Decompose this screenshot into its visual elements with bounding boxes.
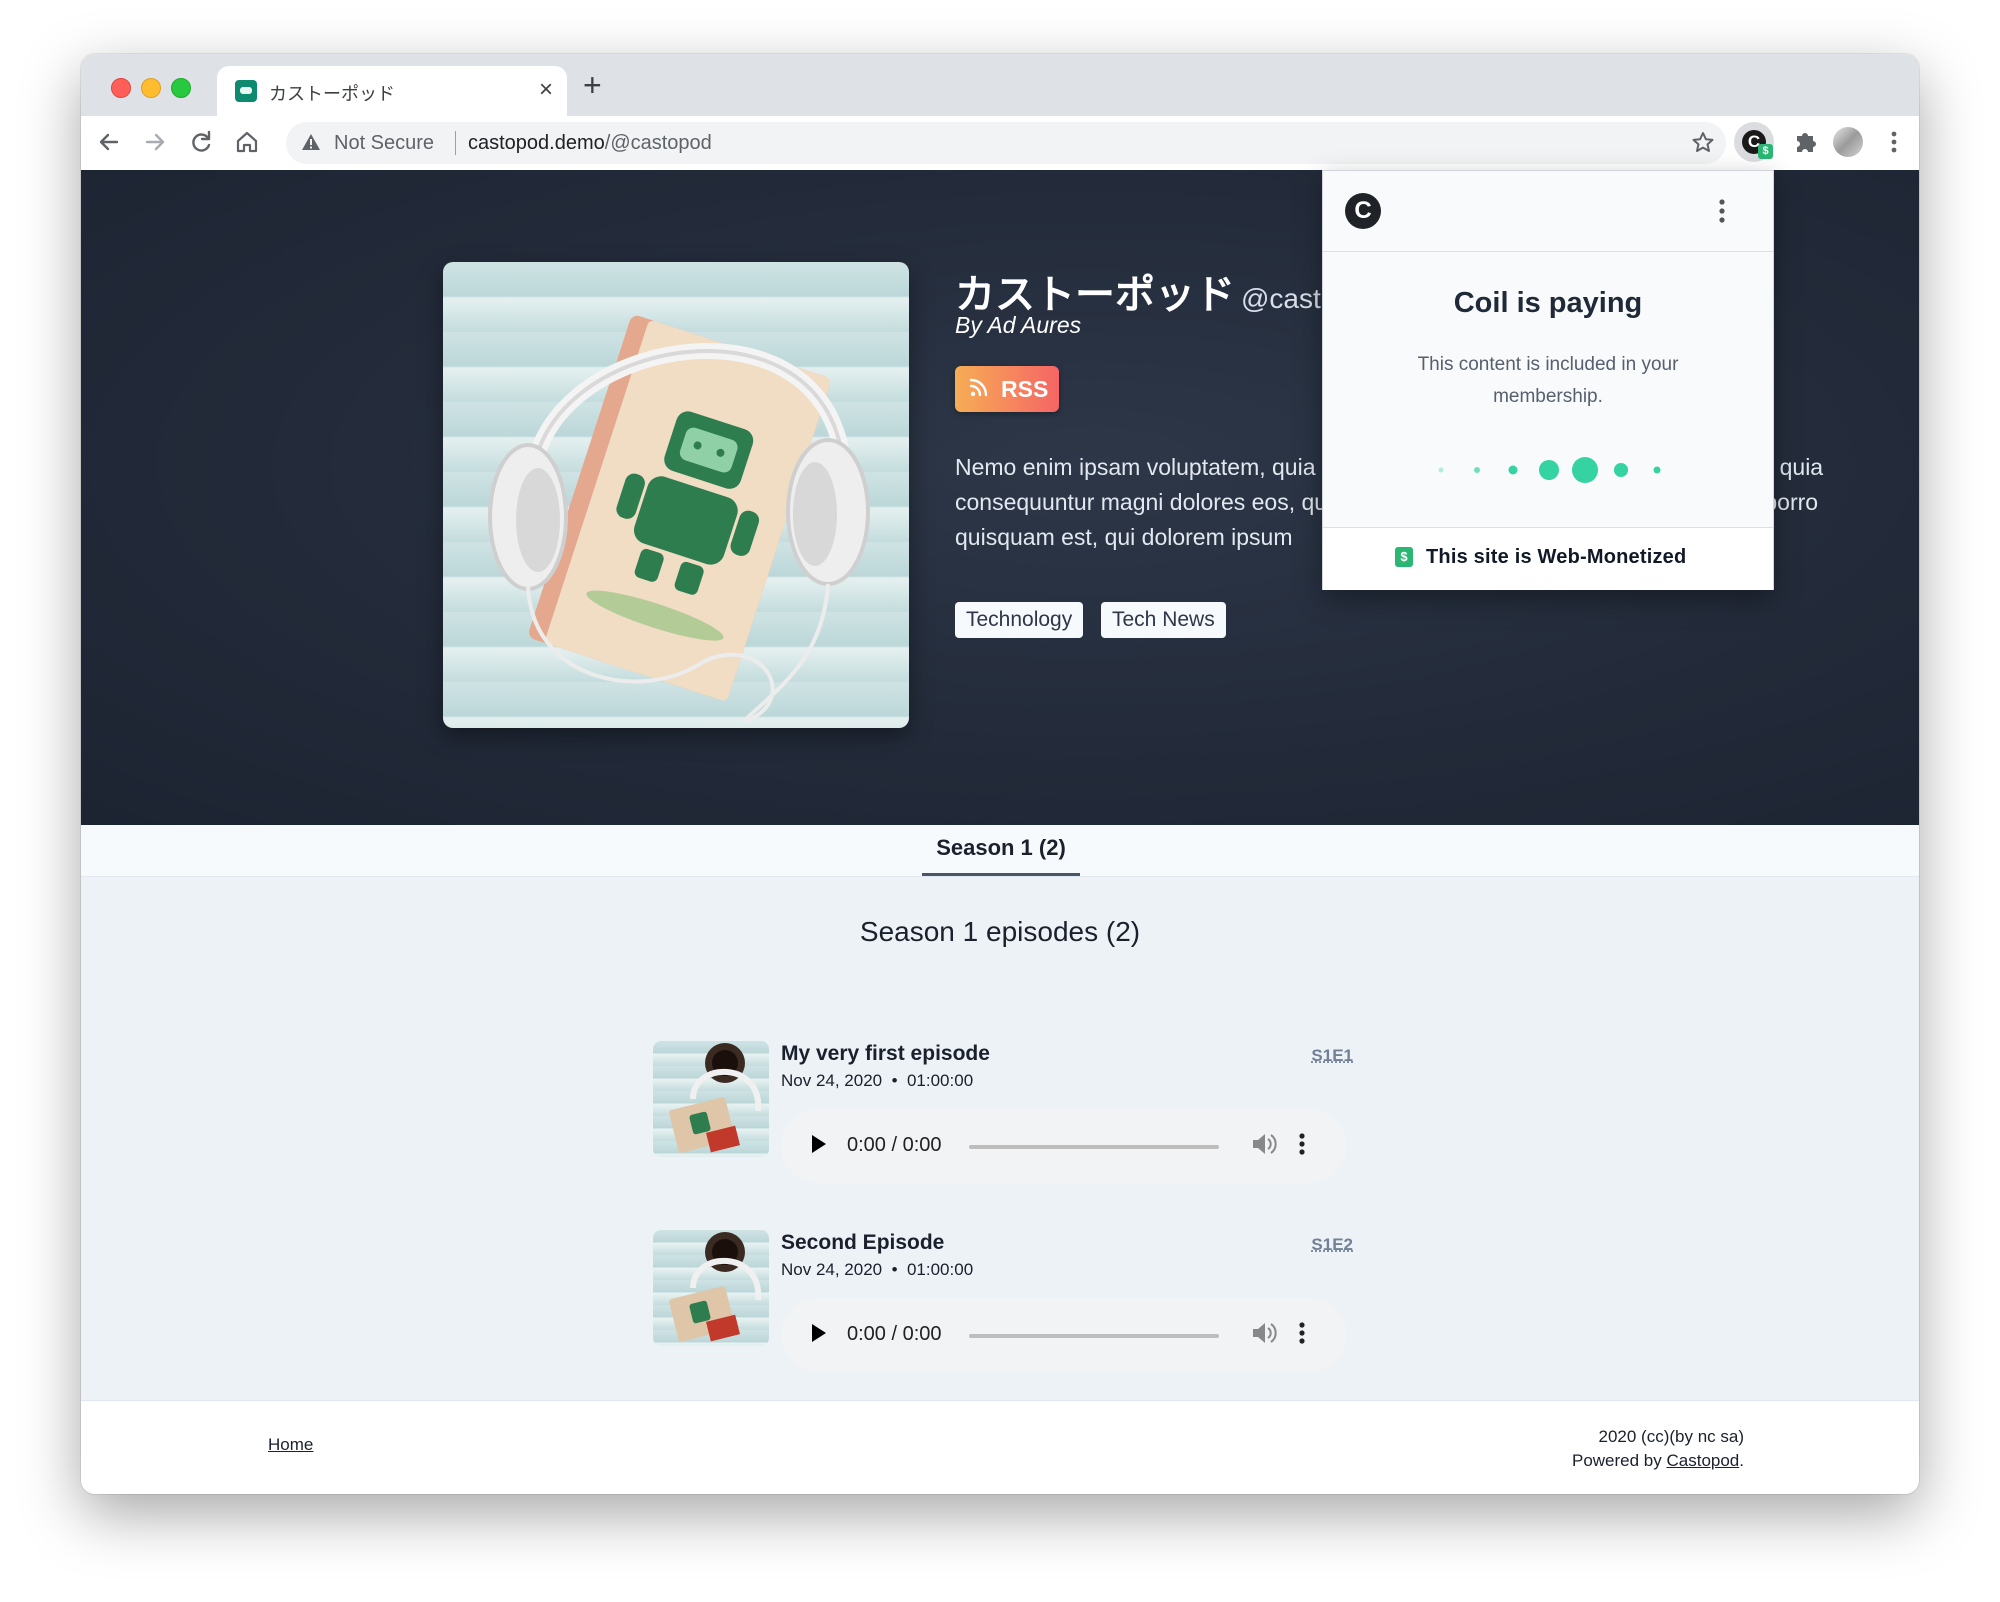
new-tab-button[interactable]: + [583,68,602,102]
rss-label: RSS [1001,376,1049,402]
player-more-icon[interactable] [1295,1127,1309,1168]
tab-close-icon[interactable]: × [539,76,553,104]
payment-stream-indicator [1323,455,1773,485]
season-tabs: Season 1 (2) [81,825,1919,877]
extensions-icon[interactable] [1789,126,1821,158]
coin-icon [1614,463,1628,477]
stream-dot [1474,467,1480,473]
url-host: castopod.demo [468,132,605,154]
omnibox-divider [455,131,456,155]
episode-meta: Nov 24, 2020 • 01:00:00 [781,1071,974,1090]
tab-season-1[interactable]: Season 1 (2) [922,825,1080,876]
episode-number: S1E2 [1311,1235,1353,1254]
browser-tab-active[interactable]: カストーポッド × [217,66,567,116]
player-more-icon[interactable] [1295,1316,1309,1357]
episode-card: Second Episode Nov 24, 2020 • 01:00:00 S… [653,1230,1353,1380]
coin-icon [1572,457,1598,483]
page-footer: Home 2020 (cc)(by nc sa) Powered by Cast… [81,1400,1919,1494]
monetized-badge-icon: $ [1758,144,1773,159]
coil-popup: C Coil is paying This content is include… [1322,170,1774,590]
coil-logo-icon: C [1345,193,1381,229]
tab-strip: カストーポッド × + [81,54,1919,116]
home-link[interactable]: Home [268,1435,313,1455]
footer-credits: 2020 (cc)(by nc sa) Powered by Castopod. [1572,1425,1744,1473]
category-tag[interactable]: Tech News [1101,602,1226,638]
stream-dot [1438,467,1444,473]
stream-dot [1508,465,1518,475]
coil-popup-footer: $ This site is Web-Monetized [1323,527,1773,590]
coil-extension-button[interactable]: C $ [1734,122,1774,162]
coil-menu-icon[interactable] [1715,191,1729,242]
browser-toolbar: Not Secure castopod.demo/@castopod C $ [81,116,1919,171]
castopod-favicon-icon [235,80,257,102]
close-window-button[interactable] [111,78,131,98]
audio-player[interactable]: 0:00 / 0:00 [781,1109,1347,1183]
play-icon[interactable] [807,1131,829,1163]
coin-icon [1539,460,1559,480]
monetized-icon: $ [1395,547,1413,567]
podcast-cover-image [443,262,909,728]
reload-icon[interactable] [183,124,219,160]
not-secure-label[interactable]: Not Secure [334,132,434,155]
browser-window: カストーポッド × + Not Secure castopod.demo/@ca… [81,54,1919,1494]
castopod-link[interactable]: Castopod [1666,1451,1739,1470]
episodes-heading: Season 1 episodes (2) [859,916,1141,947]
episode-number: S1E1 [1311,1046,1353,1065]
url-text[interactable]: castopod.demo/@castopod [468,132,712,155]
stream-dot [1653,466,1661,474]
url-path: /@castopod [604,132,712,154]
audio-player[interactable]: 0:00 / 0:00 [781,1298,1347,1372]
home-icon[interactable] [229,124,265,160]
coil-heading: Coil is paying [1453,287,1643,319]
episode-thumbnail[interactable] [653,1230,769,1346]
rss-icon [967,375,991,407]
bookmark-star-icon[interactable] [1688,126,1718,167]
category-tag[interactable]: Technology [955,602,1084,638]
web-monetized-label: This site is Web-Monetized [1426,546,1687,568]
tab-title: カストーポッド [269,84,395,104]
page-content: カストーポッド @castopod By Ad Aures RSS Nemo en… [81,170,1919,1494]
episode-meta: Nov 24, 2020 • 01:00:00 [781,1260,974,1279]
forward-icon[interactable] [137,124,173,160]
powered-by-line: Powered by Castopod. [1572,1449,1744,1473]
chrome-menu-icon[interactable] [1879,126,1909,158]
warning-icon[interactable] [300,131,322,159]
progress-track[interactable] [969,1334,1219,1338]
profile-avatar[interactable] [1833,127,1863,157]
podcast-author: By Ad Aures [955,312,1082,338]
episode-card: My very first episode Nov 24, 2020 • 01:… [653,1041,1353,1191]
play-icon[interactable] [807,1320,829,1352]
podcast-header: カストーポッド @castopod By Ad Aures RSS Nemo en… [81,170,1919,825]
powered-by-suffix: . [1739,1451,1744,1470]
volume-icon[interactable] [1249,1129,1277,1166]
podcast-title-text: カストーポッド [955,273,1235,317]
powered-by-prefix: Powered by [1571,1451,1667,1470]
copyright-text: 2020 (cc)(by nc sa) [1598,1427,1745,1446]
coil-text: This content is included in your members… [1417,354,1679,407]
address-bar[interactable]: Not Secure castopod.demo/@castopod [286,122,1726,164]
episode-thumbnail[interactable] [653,1041,769,1157]
episode-title[interactable]: Second Episode [781,1231,944,1255]
back-icon[interactable] [91,124,127,160]
maximize-window-button[interactable] [171,78,191,98]
coil-popup-header: C [1323,171,1773,252]
player-time: 0:00 / 0:00 [847,1323,942,1345]
episode-title[interactable]: My very first episode [781,1042,990,1066]
progress-track[interactable] [969,1145,1219,1149]
minimize-window-button[interactable] [141,78,161,98]
player-time: 0:00 / 0:00 [847,1134,942,1156]
volume-icon[interactable] [1249,1318,1277,1355]
rss-button[interactable]: RSS [955,366,1059,412]
